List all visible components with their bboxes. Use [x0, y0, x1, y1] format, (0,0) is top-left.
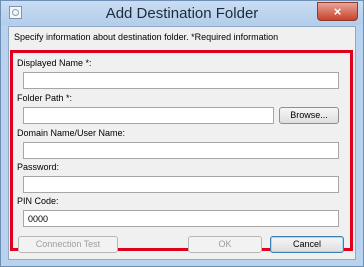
- title-bar[interactable]: Add Destination Folder ×: [1, 1, 363, 25]
- password-label: Password:: [17, 162, 60, 172]
- pin-code-input[interactable]: [23, 210, 339, 227]
- domain-user-input[interactable]: [23, 142, 339, 159]
- connection-test-button[interactable]: Connection Test: [18, 236, 118, 253]
- close-button[interactable]: ×: [317, 2, 358, 21]
- ok-button[interactable]: OK: [188, 236, 262, 253]
- folder-path-label: Folder Path *:: [17, 93, 73, 103]
- required-fields-highlight: Displayed Name *: Folder Path *: Browse.…: [10, 50, 353, 251]
- window-title: Add Destination Folder: [105, 5, 259, 22]
- folder-path-input[interactable]: [23, 107, 274, 124]
- dialog-body: Specify information about destination fo…: [8, 26, 356, 260]
- displayed-name-label: Displayed Name *:: [17, 58, 92, 68]
- displayed-name-input[interactable]: [23, 72, 339, 89]
- dialog-window: Add Destination Folder × Specify informa…: [0, 0, 364, 267]
- browse-button[interactable]: Browse...: [279, 107, 339, 124]
- pin-code-label: PIN Code:: [17, 196, 59, 206]
- domain-user-label: Domain Name/User Name:: [17, 128, 126, 138]
- description-text: Specify information about destination fo…: [14, 32, 279, 42]
- cancel-button[interactable]: Cancel: [270, 236, 344, 253]
- password-input[interactable]: [23, 176, 339, 193]
